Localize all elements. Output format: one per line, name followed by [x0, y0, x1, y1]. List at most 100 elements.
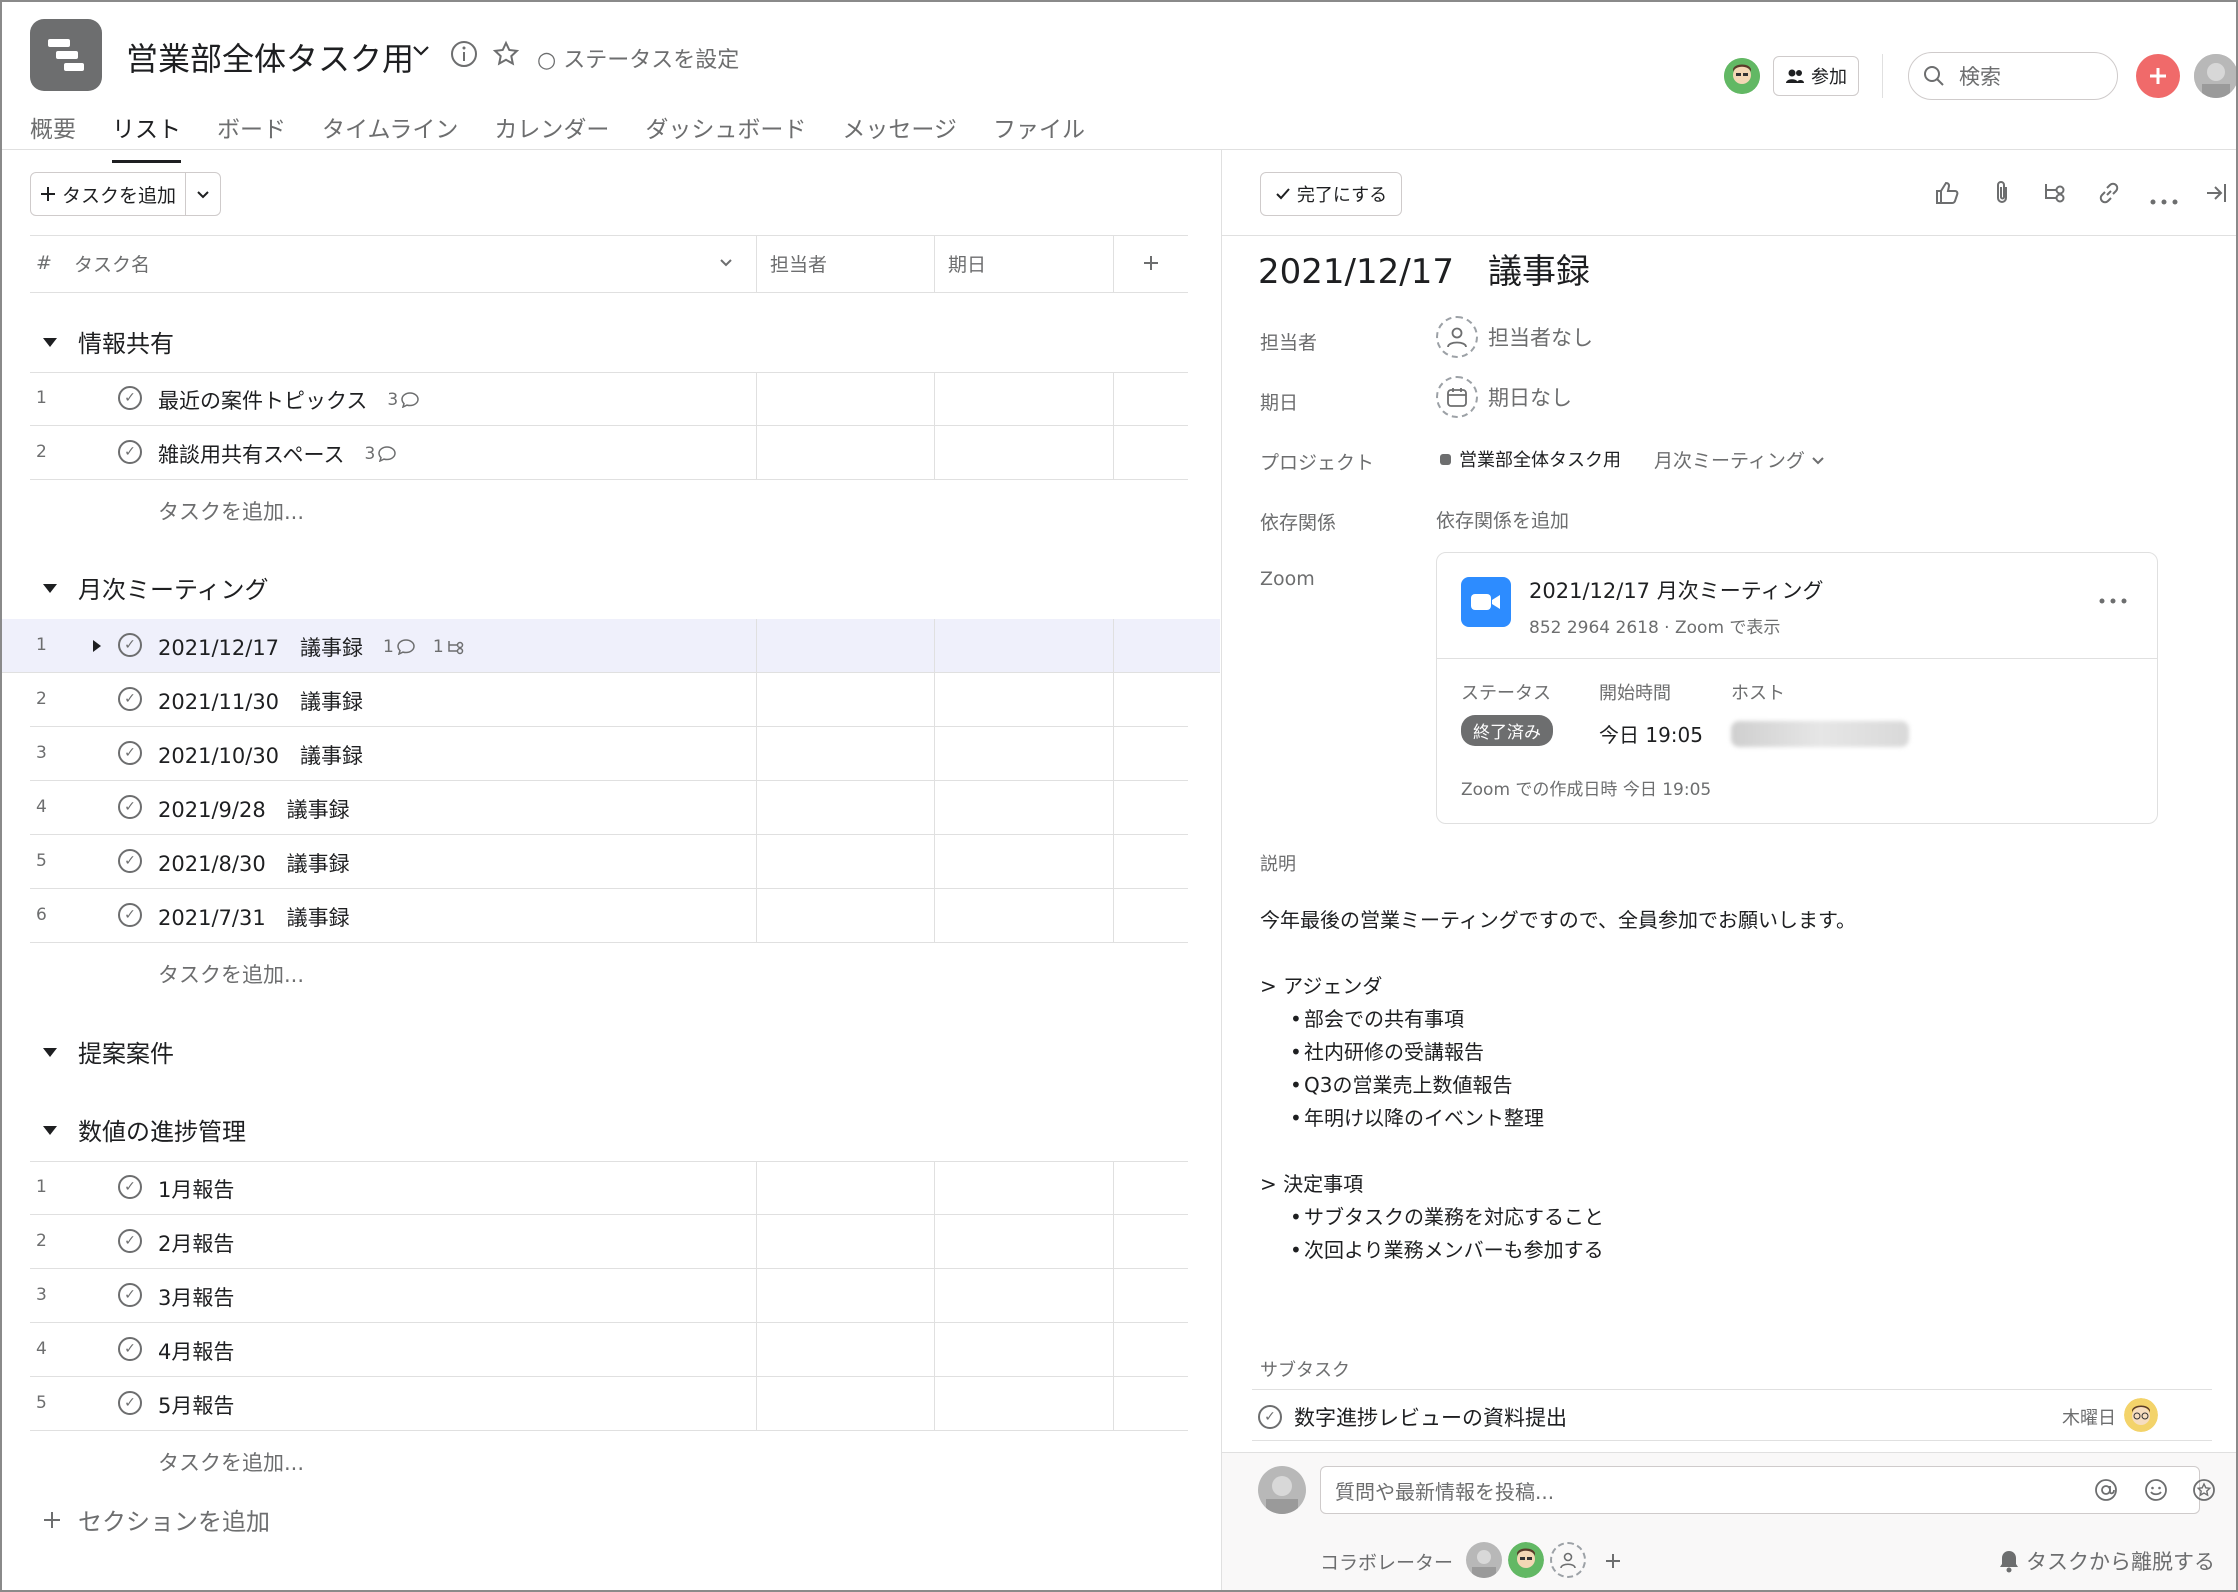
collapse-triangle-icon[interactable] [42, 336, 58, 348]
table-row[interactable]: 3 ✓ 2021/10/30 議事録 [30, 727, 1188, 781]
avatar[interactable] [2124, 1398, 2158, 1432]
more-icon[interactable] [2150, 190, 2178, 209]
task-name-cell[interactable]: 3月報告 [158, 1282, 234, 1312]
tab-dashboard[interactable]: ダッシュボード [645, 110, 806, 163]
collaborator-avatar[interactable] [1508, 1542, 1544, 1578]
column-due[interactable]: 期日 [948, 250, 986, 277]
check-circle-icon[interactable]: ✓ [118, 687, 142, 711]
table-row[interactable]: 2 ✓ 2021/11/30 議事録 [30, 673, 1188, 727]
task-name-cell[interactable]: 雑談用共有スペース 3 [158, 439, 397, 469]
check-circle-icon[interactable]: ✓ [118, 1229, 142, 1253]
mention-icon[interactable] [2094, 1478, 2118, 1506]
table-row[interactable]: 5 ✓ 2021/8/30 議事録 [30, 835, 1188, 889]
zoom-meeting-title[interactable]: 2021/12/17 月次ミーティング [1529, 575, 1823, 605]
section-header[interactable]: 情報共有 [42, 324, 174, 359]
table-row[interactable]: 1 ✓ 2021/12/17 議事録 1 1 [2, 619, 1220, 673]
table-row[interactable]: 2 ✓ 2月報告 [30, 1215, 1188, 1269]
section-header[interactable]: 月次ミーティング [42, 570, 269, 605]
table-row[interactable]: 5 ✓ 5月報告 [30, 1377, 1188, 1431]
tab-messages[interactable]: メッセージ [842, 110, 957, 163]
assignee-field[interactable]: 担当者なし [1436, 316, 1593, 358]
tab-list[interactable]: リスト [112, 110, 181, 163]
column-assignee[interactable]: 担当者 [770, 250, 827, 277]
column-task-name[interactable]: タスク名 [74, 250, 150, 277]
quick-add-button[interactable] [2136, 54, 2180, 98]
section-name[interactable]: 数値の進捗管理 [78, 1112, 246, 1147]
task-name-cell[interactable]: 5月報告 [158, 1390, 234, 1420]
leave-task-button[interactable]: タスクから離脱する [1998, 1546, 2215, 1576]
plus-icon[interactable] [1604, 1552, 1622, 1574]
task-name-cell[interactable]: 2021/7/31 議事録 [158, 902, 350, 932]
add-column-icon[interactable] [1142, 254, 1160, 276]
table-row[interactable]: 3 ✓ 3月報告 [30, 1269, 1188, 1323]
check-circle-icon[interactable]: ✓ [118, 1283, 142, 1307]
info-icon[interactable] [450, 40, 478, 72]
section-name[interactable]: 情報共有 [78, 324, 174, 359]
task-name-cell[interactable]: 2021/11/30 議事録 [158, 686, 363, 716]
due-field[interactable]: 期日なし [1436, 376, 1572, 418]
attachment-icon[interactable] [1990, 180, 2014, 210]
collapse-triangle-icon[interactable] [42, 1046, 58, 1058]
mark-complete-button[interactable]: 完了にする [1260, 172, 1402, 216]
check-circle-icon[interactable]: ✓ [118, 440, 142, 464]
collapse-triangle-icon[interactable] [42, 1124, 58, 1136]
task-name-cell[interactable]: 最近の案件トピックス 3 [158, 385, 419, 415]
task-name-cell[interactable]: 2021/8/30 議事録 [158, 848, 350, 878]
comment-input[interactable]: 質問や最新情報を投稿... [1320, 1466, 2200, 1514]
add-dependency-link[interactable]: 依存関係を追加 [1436, 506, 1569, 533]
add-section-button[interactable]: セクションを追加 [42, 1502, 270, 1537]
table-row[interactable]: 1 ✓ 最近の案件トピックス 3 [30, 372, 1188, 426]
section-header[interactable]: 提案案件 [42, 1034, 174, 1069]
collapse-triangle-icon[interactable] [42, 582, 58, 594]
emoji-icon[interactable] [2144, 1478, 2168, 1506]
chevron-down-icon[interactable] [718, 254, 734, 274]
table-row[interactable]: 1 ✓ 1月報告 [30, 1161, 1188, 1215]
task-name-cell[interactable]: 2021/10/30 議事録 [158, 740, 363, 770]
subtask-icon[interactable] [2042, 180, 2068, 210]
collaborator-avatar[interactable] [1466, 1542, 1502, 1578]
close-pane-icon[interactable] [2204, 180, 2228, 210]
add-task-dropdown[interactable] [185, 172, 221, 216]
table-row[interactable]: 4 ✓ 4月報告 [30, 1323, 1188, 1377]
subtask-due[interactable]: 木曜日 [2062, 1404, 2116, 1430]
tab-overview[interactable]: 概要 [30, 110, 76, 163]
check-circle-icon[interactable]: ✓ [118, 633, 142, 657]
project-title[interactable]: 営業部全体タスク用 [126, 34, 414, 80]
task-title[interactable]: 2021/12/17 議事録 [1258, 244, 1590, 293]
table-row[interactable]: 6 ✓ 2021/7/31 議事録 [30, 889, 1188, 943]
add-collaborator-icon[interactable] [1550, 1542, 1586, 1578]
tab-timeline[interactable]: タイムライン [322, 110, 458, 163]
check-circle-icon[interactable]: ✓ [1258, 1405, 1282, 1429]
table-row[interactable]: 2 ✓ 雑談用共有スペース 3 [30, 426, 1188, 480]
task-name-cell[interactable]: 4月報告 [158, 1336, 234, 1366]
section-name[interactable]: 提案案件 [78, 1034, 174, 1069]
search-input[interactable]: 検索 [1908, 52, 2118, 100]
check-circle-icon[interactable]: ✓ [118, 1337, 142, 1361]
chevron-down-icon[interactable] [410, 38, 432, 68]
avatar[interactable] [1724, 58, 1760, 94]
table-row[interactable]: 4 ✓ 2021/9/28 議事録 [30, 781, 1188, 835]
more-icon[interactable] [2099, 589, 2127, 608]
set-status-button[interactable]: ○ ステータスを設定 [537, 42, 739, 74]
zoom-meeting-subtitle[interactable]: 852 2964 2618 · Zoom で表示 [1529, 613, 1780, 638]
task-name-cell[interactable]: 2021/12/17 議事録 1 1 [158, 632, 465, 662]
like-icon[interactable] [1934, 180, 1960, 210]
project-chip[interactable]: 営業部全体タスク用 [1440, 446, 1621, 472]
add-task-inline[interactable]: タスクを追加... [158, 959, 304, 989]
check-circle-icon[interactable]: ✓ [118, 903, 142, 927]
project-icon[interactable] [30, 19, 102, 91]
check-circle-icon[interactable]: ✓ [118, 386, 142, 410]
star-icon[interactable] [492, 40, 520, 72]
tab-calendar[interactable]: カレンダー [494, 110, 609, 163]
section-dropdown[interactable]: 月次ミーティング [1654, 446, 1825, 473]
check-circle-icon[interactable]: ✓ [118, 741, 142, 765]
task-name-cell[interactable]: 1月報告 [158, 1174, 234, 1204]
tab-files[interactable]: ファイル [993, 110, 1085, 163]
appreciation-icon[interactable] [2192, 1478, 2216, 1506]
link-icon[interactable] [2096, 180, 2122, 210]
add-task-inline[interactable]: タスクを追加... [158, 496, 304, 526]
check-circle-icon[interactable]: ✓ [118, 1391, 142, 1415]
tab-board[interactable]: ボード [217, 110, 286, 163]
description-body[interactable]: 今年最後の営業ミーティングですので、全員参加でお願いします。 > アジェンダ •… [1260, 904, 2160, 1267]
section-header[interactable]: 数値の進捗管理 [42, 1112, 246, 1147]
